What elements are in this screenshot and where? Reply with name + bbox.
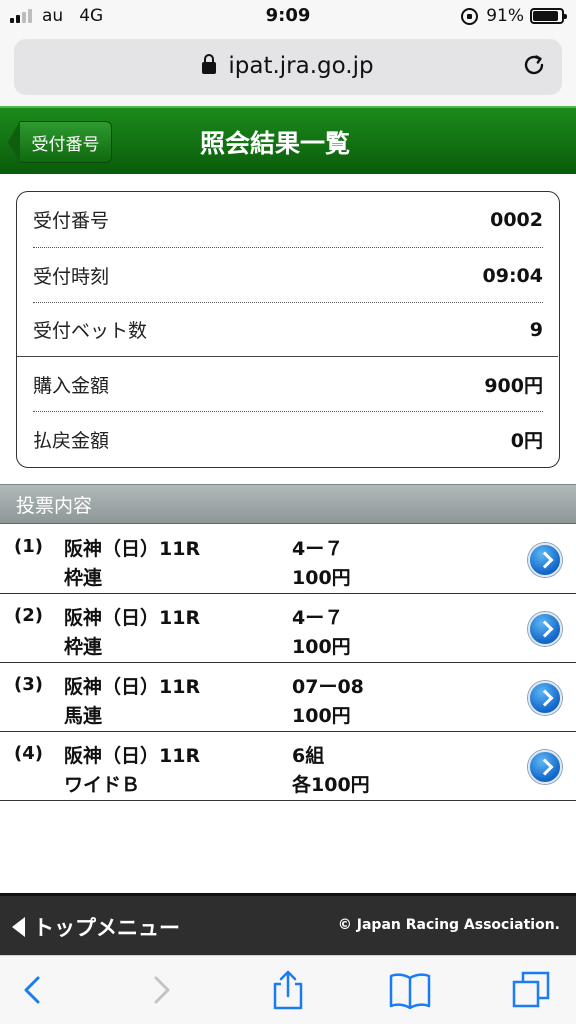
back-icon[interactable] — [12, 970, 56, 1010]
address-area: ipat.jra.go.jp — [0, 32, 576, 106]
bookmarks-icon[interactable] — [388, 970, 432, 1010]
summary-label: 払戻金額 — [33, 430, 110, 452]
bet-combination: 4ー７ — [292, 538, 344, 560]
summary-value: 0002 — [490, 208, 543, 231]
summary-value: 900円 — [484, 375, 543, 397]
summary-row-payout-amount: 払戻金額 0円 — [33, 412, 543, 467]
page-footer: トップメニュー © Japan Racing Association. — [0, 893, 576, 955]
battery-fill — [533, 11, 559, 21]
top-menu-link[interactable]: トップメニュー — [12, 912, 180, 942]
chevron-right-icon[interactable] — [528, 543, 562, 577]
battery-icon — [530, 8, 567, 24]
battery-percent: 91% — [486, 6, 524, 26]
section-header-bet-contents: 投票内容 — [0, 484, 576, 524]
bet-race: 阪神（日）11R — [64, 538, 201, 560]
page-header: 受付番号 照会結果一覧 — [0, 106, 576, 174]
bet-type: ワイドＢ — [64, 774, 141, 796]
bet-number: (1) — [14, 536, 43, 557]
bet-amount: 100円 — [292, 567, 351, 589]
chevron-right-icon[interactable] — [528, 750, 562, 784]
bet-amount: 100円 — [292, 705, 351, 727]
url-text: ipat.jra.go.jp — [228, 53, 374, 79]
bet-number: (3) — [14, 674, 43, 695]
bet-row[interactable]: (4) 阪神（日）11R ワイドＢ 6組 各100円 — [0, 732, 576, 801]
page-title: 照会結果一覧 — [200, 129, 351, 158]
top-menu-label: トップメニュー — [33, 916, 180, 940]
bet-number: (2) — [14, 605, 43, 626]
forward-icon[interactable] — [138, 970, 182, 1010]
summary-row-receipt-time: 受付時刻 09:04 — [33, 248, 543, 303]
summary-row-receipt-number: 受付番号 0002 — [33, 192, 543, 247]
triangle-left-icon — [12, 917, 25, 937]
copyright-text: © Japan Racing Association. — [337, 917, 560, 933]
bet-type: 枠連 — [64, 567, 103, 589]
bet-number: (4) — [14, 743, 43, 764]
share-icon[interactable] — [266, 970, 310, 1010]
bet-amount: 各100円 — [292, 774, 370, 796]
bet-race: 阪神（日）11R — [64, 607, 201, 629]
bet-row[interactable]: (1) 阪神（日）11R 枠連 4ー７ 100円 — [0, 525, 576, 594]
chevron-right-icon[interactable] — [528, 612, 562, 646]
tabs-icon[interactable] — [510, 970, 554, 1010]
bet-combination: 6組 — [292, 745, 325, 767]
back-arrow-icon — [8, 121, 20, 163]
bet-race: 阪神（日）11R — [64, 745, 201, 767]
summary-label: 受付番号 — [33, 210, 110, 232]
chevron-right-icon[interactable] — [528, 681, 562, 715]
url-wrap: ipat.jra.go.jp — [14, 53, 562, 79]
bet-race: 阪神（日）11R — [64, 676, 201, 698]
padlock-icon — [202, 54, 217, 74]
back-to-receipt-button[interactable]: 受付番号 — [8, 121, 112, 163]
back-button-label: 受付番号 — [20, 121, 112, 163]
bet-amount: 100円 — [292, 636, 351, 658]
browser-toolbar — [0, 955, 576, 1024]
summary-value: 9 — [529, 318, 543, 341]
status-bar: au 4G 9:09 91% — [0, 0, 576, 32]
summary-label: 受付時刻 — [33, 266, 110, 288]
bet-row[interactable]: (2) 阪神（日）11R 枠連 4ー７ 100円 — [0, 594, 576, 663]
rotation-lock-icon — [461, 7, 479, 25]
reload-icon[interactable] — [522, 53, 546, 77]
summary-row-bet-count: 受付ベット数 9 — [33, 302, 543, 357]
address-bar[interactable]: ipat.jra.go.jp — [14, 39, 562, 95]
bet-combination: 4ー７ — [292, 607, 344, 629]
status-right: 91% — [461, 6, 567, 26]
summary-label: 購入金額 — [33, 375, 110, 397]
summary-value: 09:04 — [482, 264, 543, 287]
bet-row[interactable]: (3) 阪神（日）11R 馬連 07ー08 100円 — [0, 663, 576, 732]
bet-combination: 07ー08 — [292, 676, 364, 698]
summary-value: 0円 — [510, 430, 543, 452]
bet-type: 枠連 — [64, 636, 103, 658]
summary-box: 受付番号 0002 受付時刻 09:04 受付ベット数 9 購入金額 900円 … — [16, 191, 560, 468]
summary-row-purchase-amount: 購入金額 900円 — [33, 357, 543, 412]
summary-label: 受付ベット数 — [33, 320, 148, 342]
bet-type: 馬連 — [64, 705, 103, 727]
